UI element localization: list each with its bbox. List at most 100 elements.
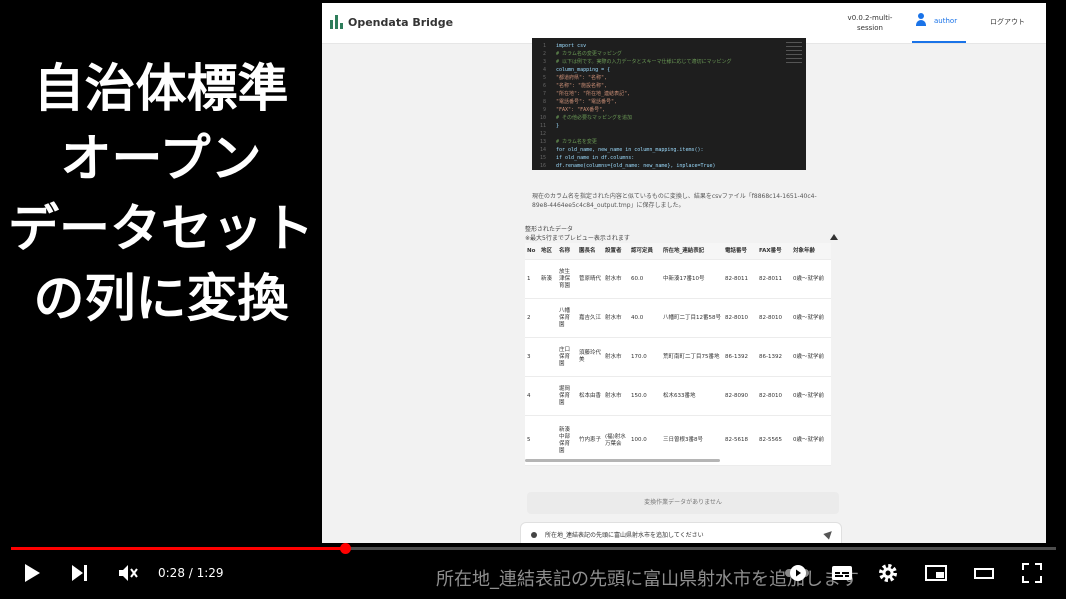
column-header: 対象年齢 [791, 243, 831, 260]
play-icon [25, 564, 40, 582]
column-header: 園長名 [577, 243, 603, 260]
table-cell: 射水市 [603, 259, 629, 299]
scroll-up-arrow-icon[interactable] [830, 234, 838, 240]
table-cell [539, 415, 557, 466]
column-header: No [525, 243, 539, 260]
autoplay-toggle[interactable] [784, 561, 809, 585]
logout-link[interactable]: ログアウト [990, 17, 1025, 27]
fullscreen-button[interactable] [1020, 561, 1044, 585]
empty-data-message: 変換作業データがありません [527, 492, 839, 514]
code-text: for old_name, new_name in column_mapping… [556, 147, 704, 153]
code-text: "都道府県": "名称", [556, 75, 608, 81]
line-number: 8 [542, 99, 546, 105]
next-button[interactable] [68, 561, 92, 585]
table-row: 5 新湊中部保育園 竹内恵子 (福)射水万葉会 100.0 三日曽根3番8号 82-5618… [525, 415, 831, 466]
chat-input-bar[interactable]: 所在地_連結表記の先頭に富山県射水市を追加してください [520, 522, 842, 543]
skip-next-icon [72, 565, 83, 581]
code-text: # その他必要なマッピングを追加 [556, 115, 633, 121]
table-cell [539, 337, 557, 377]
table-cell: 4 [525, 376, 539, 416]
theater-mode-button[interactable] [972, 561, 996, 585]
code-text: import csv [556, 43, 587, 49]
code-text: df.rename(columns={old_name: new_name}, … [556, 163, 716, 169]
column-header: 名称 [557, 243, 577, 260]
table-cell: 新湊 [539, 259, 557, 299]
chat-input[interactable]: 所在地_連結表記の先頭に富山県射水市を追加してください [545, 530, 704, 539]
table-cell: 新湊中部保育園 [557, 415, 577, 466]
line-number: 13 [539, 139, 546, 145]
table-cell: 射水市 [603, 298, 629, 338]
table-cell: (福)射水万葉会 [603, 415, 629, 466]
table-cell: 八幡保育園 [557, 298, 577, 338]
code-text: if old_name in df.columns: [556, 155, 635, 161]
mute-button[interactable] [116, 561, 140, 585]
table-cell: 3 [525, 337, 539, 377]
line-number: 16 [539, 163, 546, 169]
column-header: 電話番号 [723, 243, 757, 260]
table-horizontal-scrollbar[interactable] [525, 459, 720, 462]
table-cell: 0歳～就学前 [791, 415, 831, 466]
column-header: 地区 [539, 243, 557, 260]
code-text: "名称": "施設名称", [556, 83, 608, 89]
video-frame[interactable]: Opendata Bridge v0.0.2-multi-session aut… [322, 3, 1046, 543]
version-label: v0.0.2-multi-session [847, 14, 893, 32]
table-cell: 嘉吉久江 [577, 298, 603, 338]
result-description: 現在のカラム名を指定された内容と似ているものに変換し、結果をcsvファイル「f8… [532, 193, 817, 209]
code-text: # カラム名の変更マッピング [556, 51, 622, 57]
column-header: 認可定員 [629, 243, 661, 260]
table-cell: 庄口保育園 [557, 337, 577, 377]
table-cell: 150.0 [629, 376, 661, 416]
user-icon [916, 13, 926, 27]
table-cell: 竹内恵子 [577, 415, 603, 466]
play-button[interactable] [20, 561, 44, 585]
table-cell: 82-5618 [723, 415, 757, 466]
code-line: 12 [532, 130, 806, 138]
table-title: 整形されたデータ [525, 226, 574, 233]
table-cell: 射水市 [603, 376, 629, 416]
send-icon[interactable] [823, 528, 835, 540]
progress-bar[interactable] [11, 543, 1056, 554]
table-cell: 5 [525, 415, 539, 466]
code-line: 7 "所在地": "所在地_連結表記", [532, 90, 806, 98]
line-number: 12 [539, 131, 546, 137]
code-text: "電話番号": "電話番号", [556, 99, 618, 105]
data-preview-table: No 地区 名称 園長名 設置者 認可定員 所在地_連結表記 電話番号 FAX番号 対象年齢 1新… [525, 243, 831, 466]
table-cell [539, 298, 557, 338]
table-cell: 三日曽根3番8号 [661, 415, 723, 466]
table-cell: 八幡町二丁目12番58号 [661, 298, 723, 338]
table-cell: 86-1392 [723, 337, 757, 377]
code-line: 14 for old_name, new_name in column_mappi… [532, 146, 806, 154]
caption-line: データセット [7, 200, 314, 259]
table-cell: 0歳～就学前 [791, 259, 831, 299]
table-cell: 1 [525, 259, 539, 299]
info-icon [531, 532, 537, 538]
code-text: "FAX": "FAX番号", [556, 107, 606, 113]
table-row: 3 庄口保育園 須藤玲代美 射水市 170.0 荒町南町二丁目75番地 86-1392 86-… [525, 337, 831, 377]
table-cell: 82-8010 [757, 376, 791, 416]
table-cell: 松木633番地 [661, 376, 723, 416]
time-display: 0:28 / 1:29 [158, 566, 224, 580]
line-number: 1 [542, 43, 546, 49]
table-cell: 82-8090 [723, 376, 757, 416]
table-row: 2 八幡保育園 嘉吉久江 射水市 40.0 八幡町二丁目12番58号 82-8010 82-8… [525, 298, 831, 338]
column-header: 設置者 [603, 243, 629, 260]
miniplayer-button[interactable] [924, 561, 948, 585]
code-text: # 以下は例です。実際の入力データとスキーマ仕様に応じて適切にマッピング [556, 59, 732, 65]
subtitles-button[interactable] [830, 561, 854, 585]
code-line: 1 import csv [532, 42, 806, 50]
table-cell: 堀岡保育園 [557, 376, 577, 416]
table-cell: 菅原晴代 [577, 259, 603, 299]
table-cell: 100.0 [629, 415, 661, 466]
code-text: # カラム名を変更 [556, 139, 597, 145]
column-header: 所在地_連結表記 [661, 243, 723, 260]
line-number: 7 [542, 91, 546, 97]
user-menu[interactable]: author [912, 3, 966, 43]
table-cell: 86-1392 [757, 337, 791, 377]
miniplayer-icon [925, 565, 947, 581]
table-cell: 82-8010 [757, 298, 791, 338]
settings-button[interactable] [876, 561, 900, 585]
scrubber-handle[interactable] [340, 543, 352, 554]
line-number: 3 [542, 59, 546, 65]
caption-line: オープン [60, 130, 262, 189]
code-line: 11} [532, 122, 806, 130]
